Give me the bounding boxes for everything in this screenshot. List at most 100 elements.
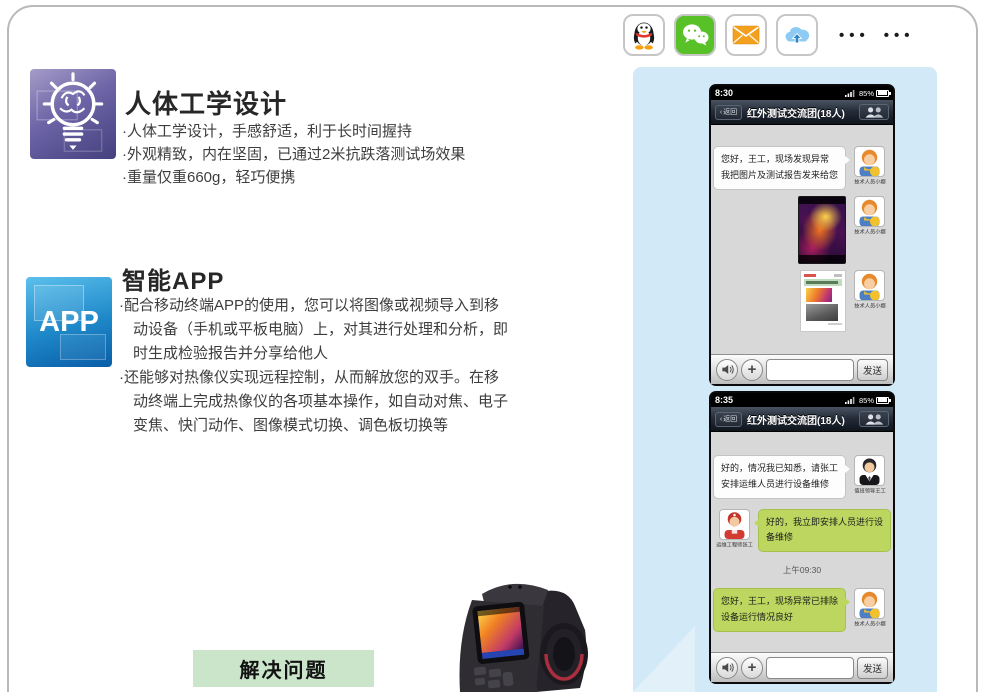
manager-suit-glyph <box>855 456 884 485</box>
voice-button[interactable] <box>716 359 738 381</box>
thermal-image-message[interactable] <box>798 196 846 264</box>
bubble-text: 好的，情况我已知悉，请张工 <box>721 461 838 477</box>
signal-icon <box>845 396 857 404</box>
worker-red-glyph <box>720 510 749 539</box>
chat-nav-bar: ‹ 返回 红外测试交流团(18人) <box>711 407 893 432</box>
avatar-block: 技术人员小娜 <box>851 196 888 238</box>
send-button[interactable]: 发送 <box>857 359 888 381</box>
report-header <box>804 274 842 277</box>
plus-icon: + <box>748 660 757 675</box>
app-icon-text: APP <box>39 306 99 339</box>
lightbulb-brain-glyph <box>30 69 116 159</box>
status-right: 85% <box>845 89 889 98</box>
avatar-worker <box>719 509 750 540</box>
report-thermal-thumb <box>806 288 832 302</box>
section-bullets-ergonomic: ·人体工学设计，手感舒适，利于长时间握持 ·外观精致，内在坚固，已通过2米抗跌落… <box>122 120 465 189</box>
solve-problem-button[interactable]: 解决问题 <box>193 650 374 687</box>
back-button[interactable]: ‹ 返回 <box>715 412 742 427</box>
avatar-label: 技术人员小娜 <box>854 302 886 310</box>
bullet-line: 时生成检验报告并分享给他人 <box>119 342 508 366</box>
wechat-icon[interactable] <box>674 14 716 56</box>
battery-icon <box>876 397 889 404</box>
avatar-block: 技术人员小娜 <box>851 270 888 312</box>
add-attachment-button[interactable]: + <box>741 359 763 381</box>
section-title-ergonomic: 人体工学设计 <box>125 84 287 121</box>
back-label: 返回 <box>723 107 737 117</box>
message-row: 技术人员小娜 <box>716 196 888 264</box>
wechat-bubbles-glyph <box>680 22 710 48</box>
avatar-block: 值班领导王工 <box>851 455 888 497</box>
report-image-message[interactable] <box>800 270 846 332</box>
message-row: 技术人员小娜 <box>716 270 888 332</box>
qq-penguin-glyph <box>630 20 658 50</box>
voice-button[interactable] <box>716 657 738 679</box>
avatar-label: 技术人员小娜 <box>854 620 886 628</box>
speaker-icon <box>721 363 734 376</box>
bullet-line: ·人体工学设计，手感舒适，利于长时间握持 <box>122 120 465 143</box>
report-meta <box>834 274 842 277</box>
report-photo-thumb <box>806 304 838 321</box>
battery-icon <box>876 90 889 97</box>
cloud-arrow-glyph <box>782 23 812 47</box>
more-apps-dots: ••• ••• <box>839 27 929 44</box>
bullet-line: ·外观精致，内在坚固，已通过2米抗跌落测试场效果 <box>122 143 465 166</box>
avatar-tech-girl <box>854 588 885 619</box>
battery-percent: 85% <box>859 396 874 405</box>
battery-percent: 85% <box>859 89 874 98</box>
chat-input-bar: + 发送 <box>711 354 893 384</box>
group-members-button[interactable] <box>859 104 889 120</box>
thermal-camera-glyph <box>452 568 592 692</box>
plus-icon: + <box>748 362 757 377</box>
chat-group-title: 红外测试交流团(18人) <box>746 105 855 120</box>
tech-girl-glyph <box>855 197 884 226</box>
chat-nav-bar: ‹ 返回 红外测试交流团(18人) <box>711 100 893 125</box>
brochure-page: ••• ••• 人体工学设计 ·人体工学设计，手感舒适，利于长时间握持 ·外观精… <box>0 0 984 692</box>
group-members-button[interactable] <box>859 411 889 427</box>
bubble-text: 您好，王工，现场发现异常 <box>721 152 838 168</box>
avatar-tech-girl <box>854 270 885 301</box>
bubble-text: 您好，王工，现场异常已排除 <box>721 594 838 610</box>
bullet-line: ·配合移动终端APP的使用，您可以将图像或视频导入到移 <box>119 294 508 318</box>
mail-icon[interactable] <box>725 14 767 56</box>
bubble-text: 安排运维人员进行设备维修 <box>721 477 838 493</box>
avatar-tech-girl <box>854 196 885 227</box>
time-divider: 上午09:30 <box>716 564 888 576</box>
add-attachment-button[interactable]: + <box>741 657 763 679</box>
status-bar: 8:30 85% <box>711 86 893 100</box>
section-bullets-app: ·配合移动终端APP的使用，您可以将图像或视频导入到移 动设备（手机或平板电脑）… <box>119 294 508 438</box>
bullet-line: 变焦、快门动作、图像模式切换、调色板切换等 <box>119 414 508 438</box>
message-input[interactable] <box>766 359 854 381</box>
people-icon <box>863 106 885 119</box>
back-label: 返回 <box>723 414 737 424</box>
chat-input-bar: + 发送 <box>711 652 893 682</box>
status-bar: 8:35 85% <box>711 393 893 407</box>
bubble-text: 备维修 <box>766 530 883 546</box>
message-row: 好的，情况我已知悉，请张工 安排运维人员进行设备维修 <box>716 455 888 499</box>
message-row: 您好，王工，现场异常已排除 设备运行情况良好 技术人员小娜 <box>716 588 888 632</box>
speaker-icon <box>721 661 734 674</box>
avatar-label: 技术人员小娜 <box>854 178 886 186</box>
tech-girl-glyph <box>855 589 884 618</box>
phone-mockup-1: 8:30 85% ‹ 返回 红外测试交流团(18人) <box>709 84 895 386</box>
section-title-app: 智能APP <box>122 261 224 296</box>
avatar-label: 技术人员小娜 <box>854 228 886 236</box>
status-time: 8:35 <box>715 395 733 405</box>
status-time: 8:30 <box>715 88 733 98</box>
cloud-upload-icon[interactable] <box>776 14 818 56</box>
send-button[interactable]: 发送 <box>857 657 888 679</box>
envelope-glyph <box>732 25 760 45</box>
dots-left: ••• <box>839 27 870 44</box>
qq-icon[interactable] <box>623 14 665 56</box>
back-button[interactable]: ‹ 返回 <box>715 105 742 120</box>
avatar-block: 运维工程师张工 <box>716 509 753 551</box>
bullet-line: ·还能够对热像仪实现远程控制，从而解放您的双手。在移 <box>119 366 508 390</box>
bubble-text: 设备运行情况良好 <box>721 610 838 626</box>
avatar-block: 技术人员小娜 <box>851 146 888 188</box>
bullet-line: 动设备（手机或平板电脑）上，对其进行处理和分析，即 <box>119 318 508 342</box>
people-icon <box>863 413 885 426</box>
bubble-text: 好的，我立即安排人员进行设 <box>766 515 883 531</box>
bullet-line: ·重量仅重660g，轻巧便携 <box>122 166 465 189</box>
avatar-manager <box>854 455 885 486</box>
message-input[interactable] <box>766 657 854 679</box>
dots-right: ••• <box>884 27 915 44</box>
